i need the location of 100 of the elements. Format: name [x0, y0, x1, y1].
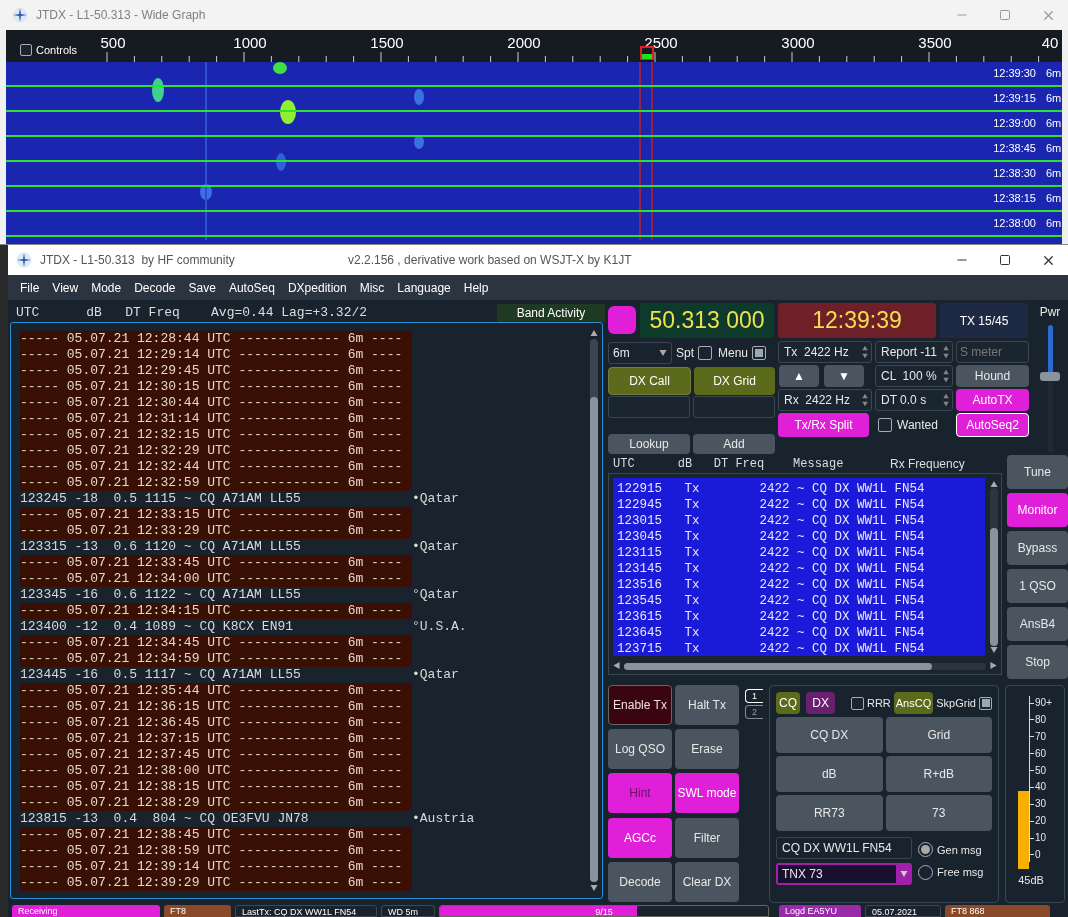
- report-spinbox[interactable]: Report -11: [875, 341, 953, 363]
- rx-message-row[interactable]: 122945 Tx 2422 ~ CQ DX WW1L FN54: [617, 497, 985, 513]
- scroll-down-icon[interactable]: [590, 884, 598, 892]
- spin-up-icon[interactable]: [943, 345, 949, 351]
- rx-frequency-spinbox[interactable]: Rx 2422 Hz: [778, 389, 872, 411]
- decode-line[interactable]: 123815 -13 0.4 804 ~ CQ OE3FVU JN78: [20, 811, 412, 827]
- message-button[interactable]: R+dB: [885, 756, 992, 792]
- tx-tab[interactable]: 2: [745, 705, 763, 719]
- cq-button[interactable]: CQ: [776, 692, 800, 714]
- message-button[interactable]: 73: [885, 795, 992, 831]
- rx-message-row[interactable]: 123145 Tx 2422 ~ CQ DX WW1L FN54: [617, 561, 985, 577]
- band-select[interactable]: 6m: [608, 342, 672, 364]
- message-button[interactable]: dB: [776, 756, 883, 792]
- action-button[interactable]: Log QSO: [608, 729, 672, 770]
- action-button[interactable]: SWL mode: [675, 773, 739, 814]
- message-button[interactable]: CQ DX: [776, 717, 883, 753]
- spin-down-icon[interactable]: [943, 401, 949, 407]
- decode-line[interactable]: 123345 -16 0.6 1122 ~ CQ A71AM LL55: [20, 587, 412, 603]
- action-button[interactable]: Halt Tx: [675, 685, 739, 725]
- scroll-up-icon[interactable]: [590, 329, 598, 337]
- side-button[interactable]: Bypass: [1007, 531, 1068, 565]
- menu-item[interactable]: Language: [397, 278, 451, 297]
- decode-line[interactable]: 123400 -12 0.4 1089 ~ CQ K8CX EN91: [20, 619, 412, 635]
- dt-spinbox[interactable]: DT 0.0 s: [875, 389, 953, 411]
- message-button[interactable]: Grid: [885, 717, 992, 753]
- skp-grid-checkbox[interactable]: [979, 696, 992, 710]
- rx-message-row[interactable]: 123045 Tx 2422 ~ CQ DX WW1L FN54: [617, 529, 985, 545]
- message-button[interactable]: RR73: [776, 795, 883, 831]
- decode-line[interactable]: 123445 -16 0.5 1117 ~ CQ A71AM LL55: [20, 667, 412, 683]
- spin-down-icon[interactable]: [943, 353, 949, 359]
- dx-call-button[interactable]: DX Call: [608, 367, 691, 395]
- dropdown-caret-icon[interactable]: [900, 870, 908, 878]
- spin-down-icon[interactable]: [862, 401, 868, 407]
- menu-checkbox[interactable]: [752, 346, 767, 360]
- menu-item[interactable]: Misc: [359, 278, 385, 297]
- s-meter-field[interactable]: S meter: [956, 341, 1029, 363]
- decode-line[interactable]: 123315 -13 0.6 1120 ~ CQ A71AM LL55: [20, 539, 412, 555]
- tx-rx-split-button[interactable]: Tx/Rx Split: [778, 413, 869, 437]
- scroll-right-icon[interactable]: [990, 662, 998, 670]
- side-button[interactable]: Stop: [1007, 645, 1068, 679]
- spin-up-icon[interactable]: [943, 393, 949, 399]
- tx-frequency-spinbox[interactable]: Tx 2422 Hz: [778, 341, 872, 363]
- free-message-select[interactable]: TNX 73: [776, 863, 912, 885]
- action-button[interactable]: Enable Tx: [608, 685, 672, 725]
- rx-message-row[interactable]: 123516 Tx 2422 ~ CQ DX WW1L FN54: [617, 577, 985, 593]
- rx-message-row[interactable]: 123615 Tx 2422 ~ CQ DX WW1L FN54: [617, 609, 985, 625]
- rx-message-row[interactable]: 122915 Tx 2422 ~ CQ DX WW1L FN54: [617, 481, 985, 497]
- spin-down-icon[interactable]: [862, 353, 868, 359]
- side-button[interactable]: Tune: [1007, 455, 1068, 489]
- rx-message-row[interactable]: 123545 Tx 2422 ~ CQ DX WW1L FN54: [617, 593, 985, 609]
- wanted-checkbox[interactable]: [878, 418, 892, 432]
- dx-call-field[interactable]: [608, 396, 690, 418]
- action-button[interactable]: Filter: [675, 817, 739, 858]
- side-button[interactable]: 1 QSO: [1007, 569, 1068, 603]
- spin-up-icon[interactable]: [862, 345, 868, 351]
- action-button[interactable]: Erase: [675, 729, 739, 770]
- band-activity-tab[interactable]: Band Activity: [497, 304, 605, 322]
- add-button[interactable]: Add: [693, 434, 775, 454]
- menu-item[interactable]: Mode: [91, 278, 122, 297]
- spin-up-icon[interactable]: [862, 393, 868, 399]
- rx-message-row[interactable]: 123115 Tx 2422 ~ CQ DX WW1L FN54: [617, 545, 985, 561]
- scroll-left-icon[interactable]: [612, 662, 620, 670]
- menu-item[interactable]: AutoSeq: [228, 278, 275, 297]
- auto-tx-button[interactable]: AutoTX: [956, 389, 1029, 411]
- tx-tab[interactable]: 1: [745, 689, 763, 703]
- side-button[interactable]: AnsB4: [1007, 607, 1068, 641]
- generated-message-field[interactable]: CQ DX WW1L FN54: [776, 837, 912, 859]
- dx-grid-button[interactable]: DX Grid: [694, 367, 775, 395]
- menu-item[interactable]: Decode: [134, 278, 176, 297]
- hound-button[interactable]: Hound: [956, 365, 1029, 387]
- power-slider-thumb[interactable]: [1040, 372, 1060, 382]
- dx-button[interactable]: DX: [806, 692, 836, 714]
- ans-cq-button[interactable]: AnsCQ: [893, 692, 934, 714]
- decode-line[interactable]: 123245 -18 0.5 1115 ~ CQ A71AM LL55: [20, 491, 412, 507]
- menu-item[interactable]: Help: [463, 278, 489, 297]
- dx-grid-field[interactable]: [693, 396, 775, 418]
- rx-message-row[interactable]: 123015 Tx 2422 ~ CQ DX WW1L FN54: [617, 513, 985, 529]
- rx-message-row[interactable]: 123715 Tx 2422 ~ CQ DX WW1L FN54: [617, 641, 985, 657]
- side-button[interactable]: Monitor: [1007, 493, 1068, 527]
- rx-message-row[interactable]: 123645 Tx 2422 ~ CQ DX WW1L FN54: [617, 625, 985, 641]
- frequency-up-button[interactable]: ▲: [779, 365, 819, 387]
- spin-up-icon[interactable]: [943, 369, 949, 375]
- dropdown-caret-icon[interactable]: [659, 349, 667, 357]
- menu-item[interactable]: View: [52, 278, 79, 297]
- spt-checkbox[interactable]: [698, 346, 712, 360]
- cl-spinbox[interactable]: CL 100 %: [875, 365, 953, 387]
- menu-item[interactable]: Save: [188, 278, 216, 297]
- power-slider[interactable]: [1040, 325, 1060, 453]
- frequency-down-button[interactable]: ▼: [824, 365, 864, 387]
- action-button[interactable]: Clear DX: [675, 861, 739, 902]
- action-button[interactable]: Decode: [608, 861, 672, 902]
- lookup-button[interactable]: Lookup: [608, 434, 690, 454]
- maximize-icon[interactable]: [999, 254, 1011, 266]
- action-button[interactable]: AGCc: [608, 817, 672, 858]
- auto-seq-button[interactable]: AutoSeq2: [956, 413, 1029, 437]
- menu-item[interactable]: DXpedition: [287, 278, 347, 297]
- controls-checkbox[interactable]: [20, 44, 32, 57]
- spin-down-icon[interactable]: [943, 377, 949, 383]
- menu-item[interactable]: File: [20, 278, 40, 297]
- rrr-checkbox[interactable]: [850, 696, 864, 710]
